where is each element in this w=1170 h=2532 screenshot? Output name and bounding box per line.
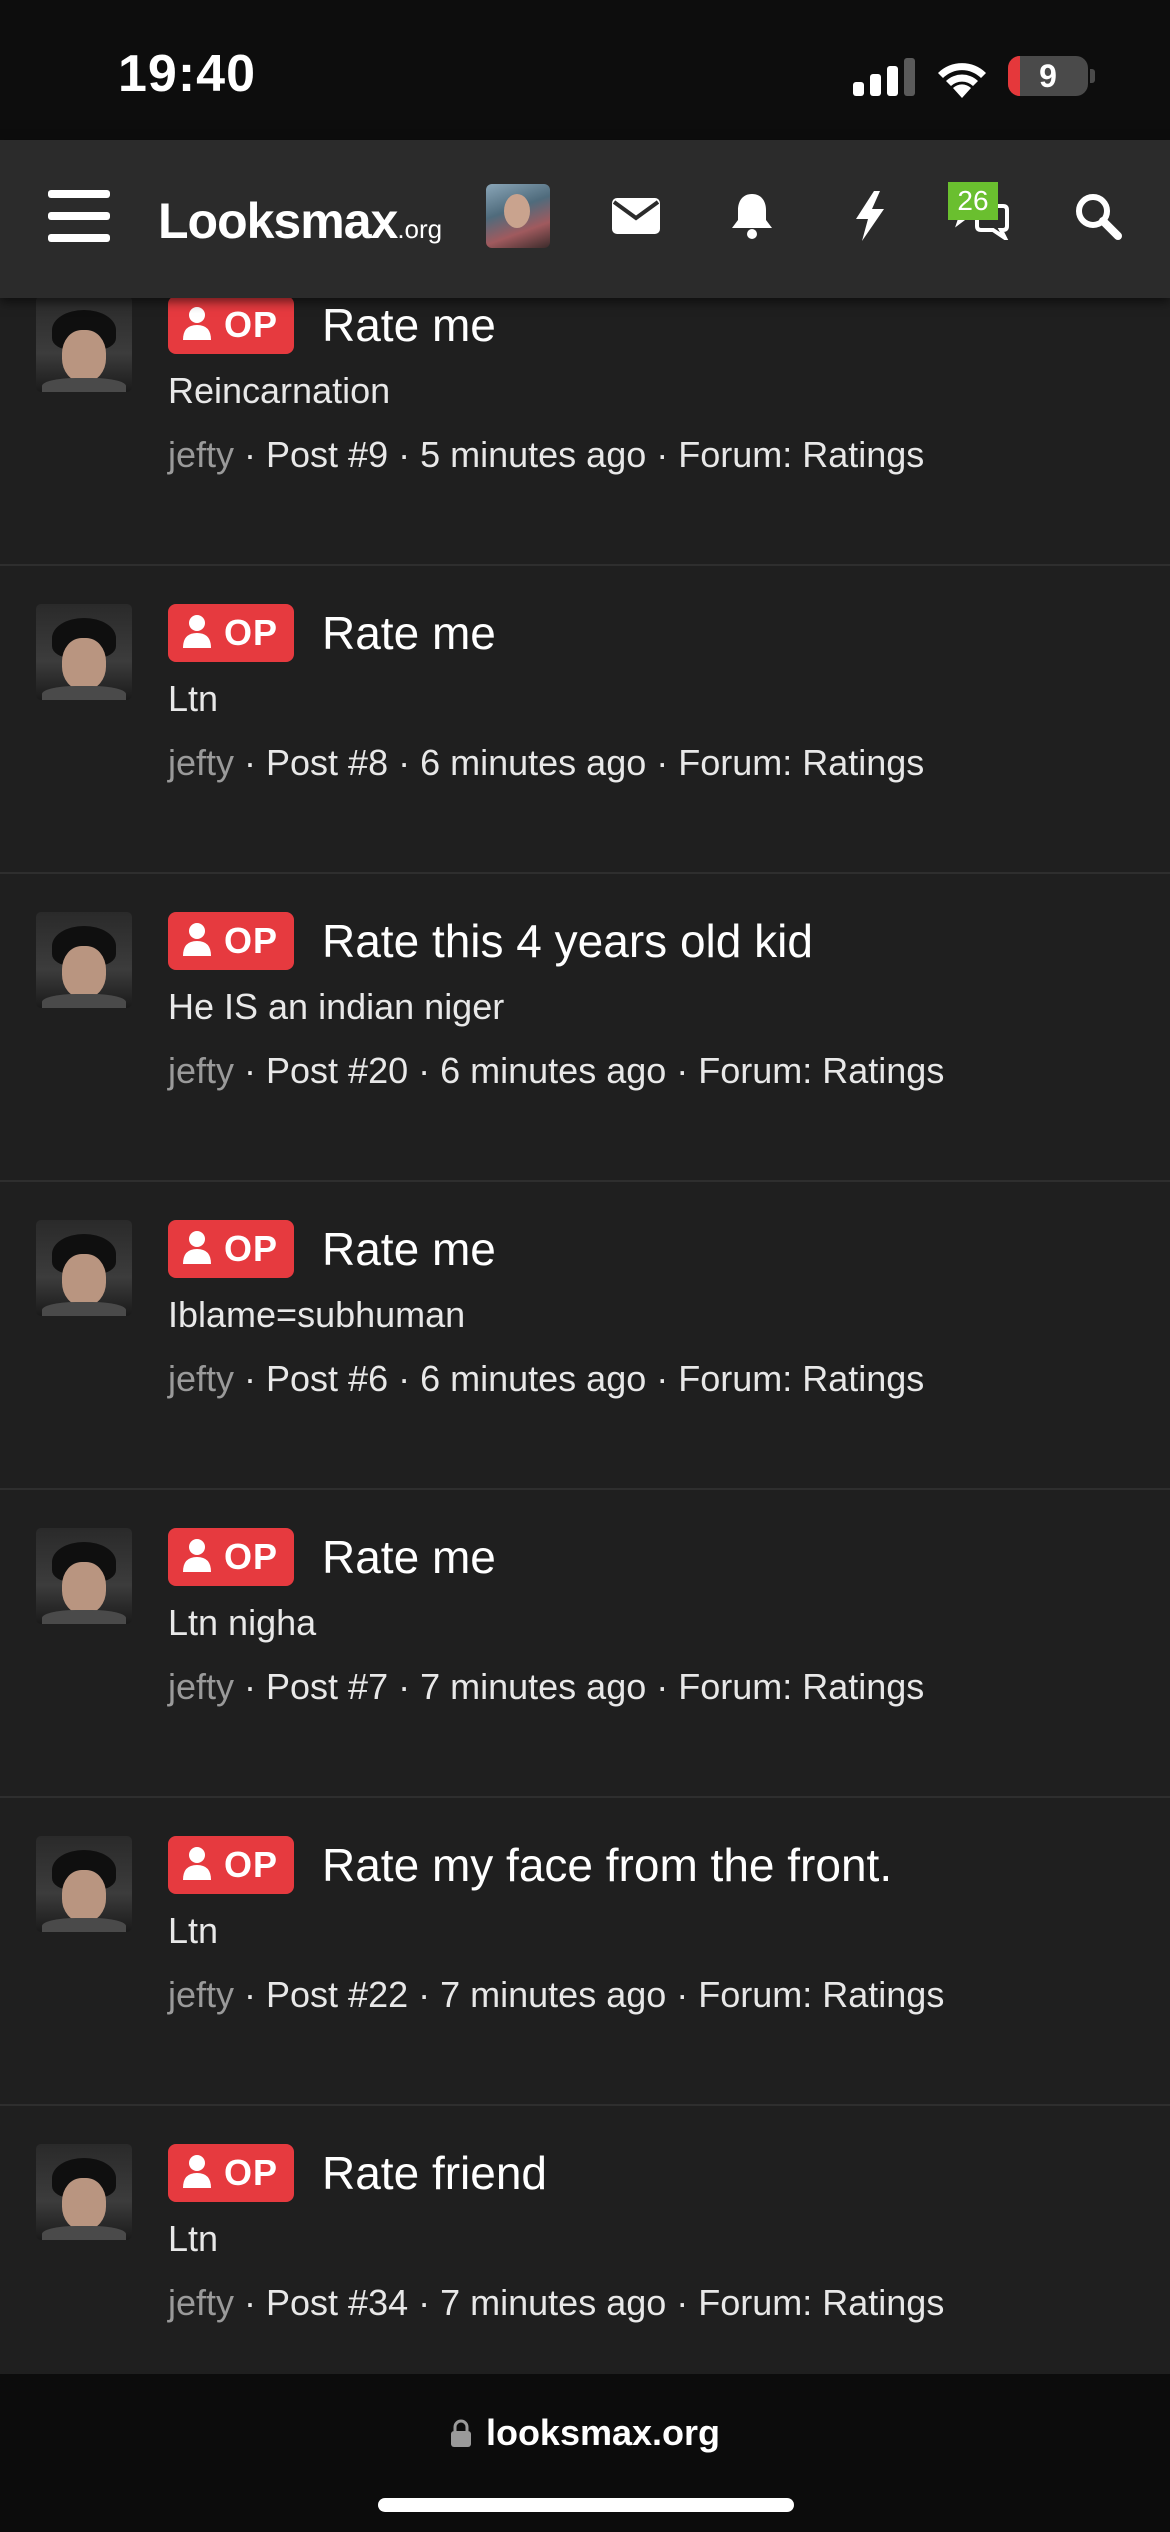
- site-logo[interactable]: Looksmax.org: [158, 192, 442, 250]
- conversations-count-badge: 26: [948, 182, 998, 220]
- post-meta: jefty · Post #9 · 5 minutes ago · Forum:…: [168, 434, 924, 476]
- post-item[interactable]: OP Rate me Reincarnation jefty · Post #9 · …: [0, 258, 1170, 566]
- url-text: looksmax.org: [485, 2412, 721, 2453]
- post-meta: jefty · Post #7 · 7 minutes ago · Forum:…: [168, 1666, 924, 1708]
- op-badge: OP: [168, 296, 295, 354]
- post-title[interactable]: Rate me: [322, 1528, 496, 1586]
- post-author[interactable]: jefty: [168, 742, 234, 783]
- menu-icon[interactable]: [48, 190, 110, 242]
- wifi-icon: [934, 54, 990, 98]
- op-badge-label: OP: [224, 1536, 279, 1577]
- post-title[interactable]: Rate friend: [322, 2144, 547, 2202]
- op-badge-label: OP: [224, 2152, 279, 2193]
- url-display[interactable]: looksmax.org: [0, 2412, 1170, 2456]
- post-item[interactable]: OP Rate my face from the front. Ltn jefty ·…: [0, 1798, 1170, 2106]
- post-snippet: He IS an indian niger: [168, 986, 505, 1027]
- user-icon: [182, 1230, 212, 1269]
- post-title[interactable]: Rate this 4 years old kid: [322, 912, 813, 970]
- status-bar: 19:40 9: [0, 0, 1170, 140]
- browser-url-bar[interactable]: looksmax.org: [0, 2374, 1170, 2532]
- post-meta-details: · Post #20 · 6 minutes ago · Forum: Rati…: [234, 1050, 945, 1091]
- op-badge-label: OP: [224, 1844, 279, 1885]
- post-snippet: Ltn: [168, 1910, 219, 1951]
- post-snippet: Iblame=subhuman: [168, 1294, 466, 1335]
- post-meta: jefty · Post #22 · 7 minutes ago · Forum…: [168, 1974, 944, 2016]
- avatar[interactable]: [486, 184, 550, 248]
- post-meta: jefty · Post #6 · 6 minutes ago · Forum:…: [168, 1358, 924, 1400]
- post-item[interactable]: OP Rate me Ltn jefty · Post #8 · 6 minutes …: [0, 566, 1170, 874]
- user-icon: [182, 614, 212, 653]
- post-author[interactable]: jefty: [168, 434, 234, 475]
- lock-icon: [450, 2414, 472, 2456]
- post-snippet: Reincarnation: [168, 370, 391, 411]
- post-item[interactable]: OP Rate friend Ltn jefty · Post #34 · 7 min…: [0, 2106, 1170, 2414]
- brand-suffix: .org: [397, 214, 443, 244]
- bell-icon[interactable]: [722, 186, 782, 246]
- post-meta-details: · Post #6 · 6 minutes ago · Forum: Ratin…: [234, 1358, 925, 1399]
- post-author[interactable]: jefty: [168, 1050, 234, 1091]
- post-snippet: Ltn: [168, 678, 219, 719]
- envelope-icon[interactable]: [606, 186, 666, 246]
- post-item[interactable]: OP Rate me Ltn nigha jefty · Post #7 · 7 mi…: [0, 1490, 1170, 1798]
- op-badge-label: OP: [224, 920, 279, 961]
- post-meta: jefty · Post #20 · 6 minutes ago · Forum…: [168, 1050, 944, 1092]
- post-author[interactable]: jefty: [168, 1974, 234, 2015]
- op-badge: OP: [168, 2144, 295, 2202]
- post-item[interactable]: OP Rate me Iblame=subhuman jefty · Post #6 …: [0, 1182, 1170, 1490]
- search-icon[interactable]: [1068, 186, 1128, 246]
- battery-icon: 9: [1008, 56, 1088, 96]
- user-icon: [182, 2154, 212, 2193]
- post-snippet: Ltn: [168, 2218, 219, 2259]
- battery-tip: [1090, 69, 1095, 83]
- user-avatar[interactable]: [36, 1220, 132, 1316]
- op-badge-label: OP: [224, 1228, 279, 1269]
- post-author[interactable]: jefty: [168, 1666, 234, 1707]
- post-meta-details: · Post #9 · 5 minutes ago · Forum: Ratin…: [234, 434, 925, 475]
- op-badge: OP: [168, 604, 295, 662]
- user-icon: [182, 306, 212, 345]
- user-avatar[interactable]: [36, 1836, 132, 1932]
- post-title[interactable]: Rate me: [322, 1220, 496, 1278]
- post-title[interactable]: Rate me: [322, 296, 496, 354]
- user-icon: [182, 1538, 212, 1577]
- post-snippet: Ltn nigha: [168, 1602, 317, 1643]
- post-meta-details: · Post #8 · 6 minutes ago · Forum: Ratin…: [234, 742, 925, 783]
- user-avatar[interactable]: [36, 2144, 132, 2240]
- post-meta-details: · Post #7 · 7 minutes ago · Forum: Ratin…: [234, 1666, 925, 1707]
- post-meta-details: · Post #22 · 7 minutes ago · Forum: Rati…: [234, 1974, 945, 2015]
- post-meta: jefty · Post #8 · 6 minutes ago · Forum:…: [168, 742, 924, 784]
- user-avatar[interactable]: [36, 604, 132, 700]
- user-avatar[interactable]: [36, 1528, 132, 1624]
- op-badge: OP: [168, 1220, 295, 1278]
- post-author[interactable]: jefty: [168, 1358, 234, 1399]
- signal-icon: [853, 58, 915, 96]
- op-badge: OP: [168, 912, 295, 970]
- user-icon: [182, 922, 212, 961]
- op-badge: OP: [168, 1836, 295, 1894]
- post-item[interactable]: OP Rate this 4 years old kid He IS an indi…: [0, 874, 1170, 1182]
- status-time: 19:40: [118, 45, 256, 103]
- post-title[interactable]: Rate me: [322, 604, 496, 662]
- lightning-icon[interactable]: [840, 186, 900, 246]
- op-badge-label: OP: [224, 304, 279, 345]
- post-title[interactable]: Rate my face from the front.: [322, 1836, 892, 1894]
- brand-name: Looksmax: [158, 193, 398, 249]
- user-avatar[interactable]: [36, 296, 132, 392]
- post-meta: jefty · Post #34 · 7 minutes ago · Forum…: [168, 2282, 944, 2324]
- post-list: OP Rate me Reincarnation jefty · Post #9 · …: [0, 258, 1170, 2414]
- post-meta-details: · Post #34 · 7 minutes ago · Forum: Rati…: [234, 2282, 945, 2323]
- post-author[interactable]: jefty: [168, 2282, 234, 2323]
- op-badge: OP: [168, 1528, 295, 1586]
- home-indicator[interactable]: [378, 2498, 794, 2512]
- user-icon: [182, 1846, 212, 1885]
- op-badge-label: OP: [224, 612, 279, 653]
- battery-level: 9: [1039, 58, 1057, 94]
- user-avatar[interactable]: [36, 912, 132, 1008]
